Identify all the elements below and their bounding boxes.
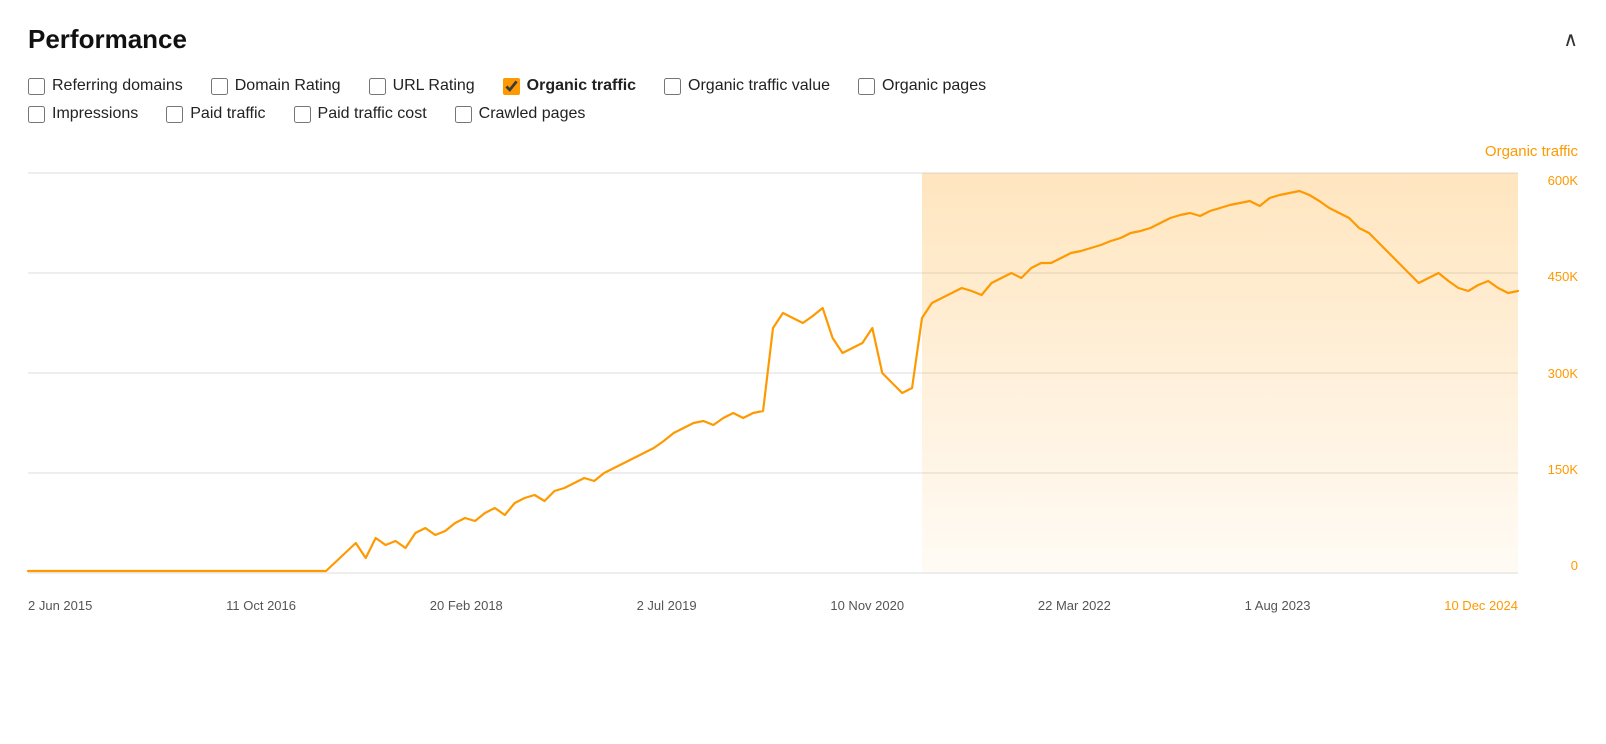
x-label-6: 1 Aug 2023 — [1245, 598, 1311, 613]
checkbox-organic_traffic[interactable] — [503, 78, 520, 95]
checkboxes-row2: Impressions Paid traffic Paid traffic cost… — [28, 105, 1578, 123]
collapse-icon[interactable]: ∧ — [1563, 27, 1578, 52]
checkbox-item-organic_pages[interactable]: Organic pages — [858, 77, 986, 95]
checkbox-item-organic_traffic_value[interactable]: Organic traffic value — [664, 77, 830, 95]
checkboxes-row1: Referring domains Domain Rating URL Rating… — [28, 77, 1578, 95]
y-label-4: 0 — [1571, 558, 1578, 573]
panel-title: Performance — [28, 24, 187, 55]
checkbox-item-referring_domains[interactable]: Referring domains — [28, 77, 183, 95]
y-label-1: 450K — [1548, 269, 1578, 284]
checkbox-label-domain_rating: Domain Rating — [235, 77, 341, 95]
checkbox-label-impressions: Impressions — [52, 105, 138, 123]
y-axis: 600K 450K 300K 150K 0 — [1518, 173, 1578, 573]
performance-panel: Performance ∧ Referring domains Domain Ra… — [0, 0, 1606, 629]
checkbox-referring_domains[interactable] — [28, 78, 45, 95]
checkbox-label-organic_traffic_value: Organic traffic value — [688, 77, 830, 95]
x-label-5: 22 Mar 2022 — [1038, 598, 1111, 613]
x-label-4: 10 Nov 2020 — [830, 598, 904, 613]
checkbox-organic_traffic_value[interactable] — [664, 78, 681, 95]
checkbox-item-paid_traffic_cost[interactable]: Paid traffic cost — [294, 105, 427, 123]
checkbox-domain_rating[interactable] — [211, 78, 228, 95]
y-label-2: 300K — [1548, 366, 1578, 381]
checkbox-item-crawled_pages[interactable]: Crawled pages — [455, 105, 586, 123]
checkbox-label-url_rating: URL Rating — [393, 77, 475, 95]
checkbox-paid_traffic_cost[interactable] — [294, 106, 311, 123]
x-label-1: 11 Oct 2016 — [226, 598, 296, 613]
y-label-0: 600K — [1548, 173, 1578, 188]
checkbox-label-paid_traffic_cost: Paid traffic cost — [318, 105, 427, 123]
x-label-7: 10 Dec 2024 — [1444, 598, 1518, 613]
chart-area: Organic traffic 600K 450K 300K 150K 0 — [28, 143, 1578, 613]
checkbox-paid_traffic[interactable] — [166, 106, 183, 123]
checkbox-impressions[interactable] — [28, 106, 45, 123]
checkbox-crawled_pages[interactable] — [455, 106, 472, 123]
chart-legend-label: Organic traffic — [1485, 143, 1578, 160]
checkbox-item-paid_traffic[interactable]: Paid traffic — [166, 105, 265, 123]
chart-svg-container — [28, 173, 1518, 573]
checkbox-label-referring_domains: Referring domains — [52, 77, 183, 95]
checkbox-label-crawled_pages: Crawled pages — [479, 105, 586, 123]
chart-svg — [28, 173, 1518, 573]
checkbox-item-organic_traffic[interactable]: Organic traffic — [503, 77, 636, 95]
y-label-3: 150K — [1548, 462, 1578, 477]
checkbox-url_rating[interactable] — [369, 78, 386, 95]
x-axis: 2 Jun 2015 11 Oct 2016 20 Feb 2018 2 Jul 20… — [28, 598, 1518, 613]
checkbox-item-domain_rating[interactable]: Domain Rating — [211, 77, 341, 95]
x-label-3: 2 Jul 2019 — [637, 598, 697, 613]
checkbox-label-paid_traffic: Paid traffic — [190, 105, 265, 123]
x-label-0: 2 Jun 2015 — [28, 598, 92, 613]
checkbox-item-impressions[interactable]: Impressions — [28, 105, 138, 123]
checkbox-item-url_rating[interactable]: URL Rating — [369, 77, 475, 95]
panel-header: Performance ∧ — [28, 24, 1578, 55]
checkbox-label-organic_pages: Organic pages — [882, 77, 986, 95]
checkbox-label-organic_traffic: Organic traffic — [527, 77, 636, 95]
checkbox-organic_pages[interactable] — [858, 78, 875, 95]
x-label-2: 20 Feb 2018 — [430, 598, 503, 613]
